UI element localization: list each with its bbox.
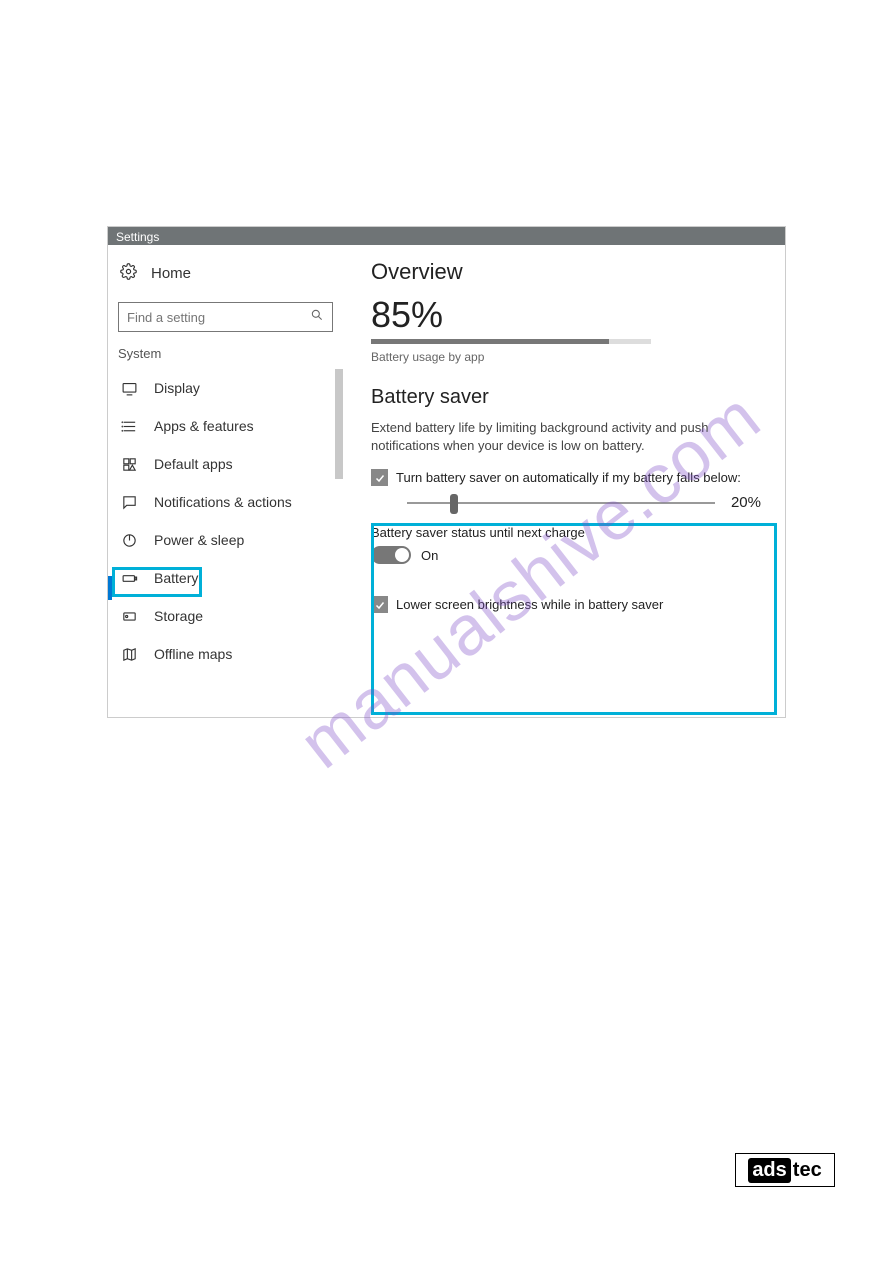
threshold-slider[interactable] <box>407 502 715 504</box>
auto-on-row[interactable]: Turn battery saver on automatically if m… <box>371 469 761 486</box>
sidebar: Home System Display Apps & features <box>108 245 343 717</box>
saver-toggle-knob <box>395 548 409 562</box>
saver-toggle-row: On <box>371 546 761 564</box>
logo-ads: ads <box>748 1158 790 1183</box>
monitor-icon <box>120 379 138 397</box>
battery-progress-fill <box>371 339 609 344</box>
lower-brightness-row[interactable]: Lower screen brightness while in battery… <box>371 596 761 613</box>
sidebar-item-default-apps[interactable]: Default apps <box>108 445 343 483</box>
sidebar-item-notifications[interactable]: Notifications & actions <box>108 483 343 521</box>
window-title: Settings <box>108 227 785 245</box>
sidebar-item-label: Apps & features <box>154 418 254 434</box>
sidebar-scrollbar[interactable] <box>335 369 343 679</box>
search-input-container[interactable] <box>118 302 333 332</box>
defaults-icon <box>120 455 138 473</box>
sidebar-item-label: Default apps <box>154 456 233 472</box>
sidebar-item-label: Power & sleep <box>154 532 244 548</box>
auto-on-checkbox[interactable] <box>371 469 388 486</box>
nav-list: Display Apps & features Default apps Not… <box>108 369 343 673</box>
sidebar-section-label: System <box>108 346 343 369</box>
list-icon <box>120 417 138 435</box>
message-icon <box>120 493 138 511</box>
overview-heading: Overview <box>371 259 761 285</box>
saver-status-label: Battery saver status until next charge <box>371 525 761 540</box>
sidebar-item-maps[interactable]: Offline maps <box>108 635 343 673</box>
search-input[interactable] <box>127 310 310 325</box>
sidebar-home-label: Home <box>151 265 191 282</box>
sidebar-home[interactable]: Home <box>108 257 343 290</box>
sidebar-scrollbar-thumb[interactable] <box>335 369 343 479</box>
sidebar-item-label: Battery <box>154 570 198 586</box>
battery-icon <box>120 569 138 587</box>
sidebar-item-battery[interactable]: Battery <box>108 559 343 597</box>
adstec-logo: adstec <box>735 1153 835 1187</box>
lower-brightness-checkbox[interactable] <box>371 596 388 613</box>
disk-icon <box>120 607 138 625</box>
power-icon <box>120 531 138 549</box>
sidebar-item-display[interactable]: Display <box>108 369 343 407</box>
sidebar-item-label: Storage <box>154 608 203 624</box>
battery-usage-link[interactable]: Battery usage by app <box>371 350 484 364</box>
gear-icon <box>120 263 137 284</box>
battery-saver-heading: Battery saver <box>371 386 761 409</box>
battery-saver-description: Extend battery life by limiting backgrou… <box>371 419 761 455</box>
saver-toggle[interactable] <box>371 546 411 564</box>
sidebar-item-label: Notifications & actions <box>154 494 292 510</box>
battery-progress <box>371 339 651 344</box>
sidebar-item-power[interactable]: Power & sleep <box>108 521 343 559</box>
settings-window: Settings Home System Display <box>107 226 786 718</box>
lower-brightness-label: Lower screen brightness while in battery… <box>396 597 663 612</box>
sidebar-item-apps[interactable]: Apps & features <box>108 407 343 445</box>
saver-toggle-state: On <box>421 548 438 563</box>
auto-on-label: Turn battery saver on automatically if m… <box>396 470 741 485</box>
threshold-value: 20% <box>731 494 761 511</box>
sidebar-item-label: Display <box>154 380 200 396</box>
sidebar-item-label: Offline maps <box>154 646 232 662</box>
logo-tec: tec <box>791 1159 822 1182</box>
sidebar-item-storage[interactable]: Storage <box>108 597 343 635</box>
threshold-slider-thumb[interactable] <box>450 494 458 514</box>
threshold-slider-row: 20% <box>407 494 761 511</box>
map-icon <box>120 645 138 663</box>
active-indicator <box>108 576 112 600</box>
battery-percent: 85% <box>371 297 761 333</box>
search-icon <box>310 308 324 327</box>
main-content: Overview 85% Battery usage by app Batter… <box>343 245 785 717</box>
